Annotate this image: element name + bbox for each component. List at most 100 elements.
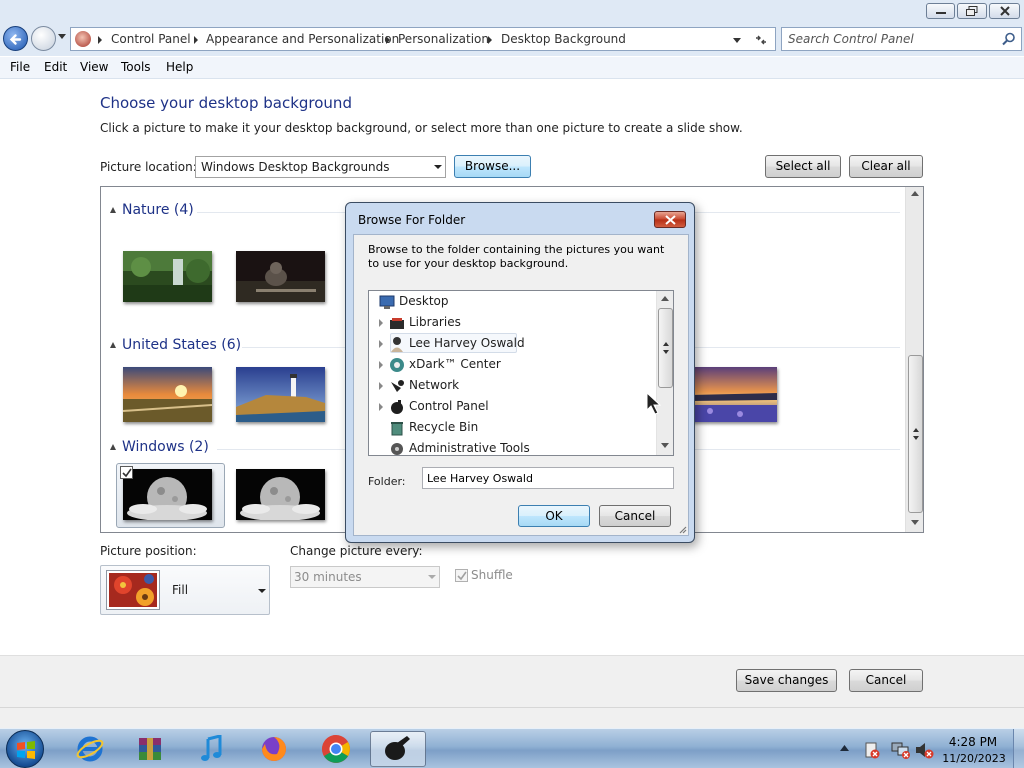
- tree-item-label: Network: [409, 378, 460, 392]
- breadcrumb-separator-icon[interactable]: [194, 36, 198, 44]
- restore-button[interactable]: [957, 3, 987, 19]
- window-title-bar[interactable]: [0, 0, 1024, 22]
- scrollbar-thumb[interactable]: [658, 308, 673, 388]
- wallpaper-thumbnail[interactable]: [236, 469, 325, 521]
- change-picture-interval-dropdown[interactable]: 30 minutes: [290, 566, 440, 588]
- menu-file[interactable]: File: [10, 60, 30, 74]
- menu-edit[interactable]: Edit: [44, 60, 67, 74]
- cat-in-grass-image: [236, 251, 325, 302]
- breadcrumb-separator-icon[interactable]: [488, 36, 492, 44]
- picture-position-dropdown[interactable]: Fill: [100, 565, 270, 615]
- save-changes-button[interactable]: Save changes: [736, 669, 837, 692]
- menu-tools[interactable]: Tools: [121, 60, 151, 74]
- taskbar: 4:28 PM 11/20/2023: [0, 728, 1024, 768]
- xdark-center-icon: [385, 736, 410, 760]
- folder-input[interactable]: [422, 467, 674, 489]
- menu-help[interactable]: Help: [166, 60, 193, 74]
- expand-icon[interactable]: [379, 361, 383, 369]
- wallpaper-selected-checkbox[interactable]: [120, 466, 133, 479]
- taskbar-app-itunes[interactable]: [184, 731, 240, 767]
- ok-button[interactable]: OK: [518, 505, 590, 527]
- wallpaper-thumbnail[interactable]: [236, 251, 325, 302]
- breadcrumb-control-panel[interactable]: Control Panel: [111, 32, 191, 46]
- wallpaper-thumbnail[interactable]: [122, 367, 213, 422]
- expand-icon[interactable]: [379, 319, 383, 327]
- tree-item-control-panel[interactable]: Control Panel: [369, 397, 649, 416]
- wallpaper-thumbnail[interactable]: [236, 367, 325, 422]
- taskbar-app-internet-explorer[interactable]: [62, 731, 118, 767]
- cancel-button[interactable]: Cancel: [849, 669, 923, 692]
- gallery-scrollbar[interactable]: [905, 187, 923, 532]
- wallpaper-thumbnail[interactable]: [690, 367, 777, 422]
- scroll-up-icon[interactable]: [911, 191, 919, 196]
- recent-pages-dropdown-icon[interactable]: [58, 34, 66, 39]
- action-center-icon[interactable]: [864, 741, 880, 759]
- volume-muted-icon[interactable]: [915, 741, 935, 759]
- expand-icon[interactable]: [379, 382, 383, 390]
- dialog-close-button[interactable]: [654, 211, 686, 228]
- clear-all-button[interactable]: Clear all: [849, 155, 923, 178]
- group-header-windows[interactable]: Windows (2): [122, 439, 209, 455]
- jungle-waterfall-image: [123, 251, 212, 302]
- show-desktop-button[interactable]: [1013, 729, 1024, 768]
- folder-tree[interactable]: Desktop Libraries Lee Harvey Oswald xDar…: [368, 290, 674, 456]
- scroll-down-icon[interactable]: [661, 443, 669, 448]
- tree-scrollbar[interactable]: [656, 291, 673, 455]
- tree-item-administrative-tools[interactable]: Administrative Tools: [369, 439, 649, 455]
- breadcrumb-separator-icon[interactable]: [98, 36, 102, 44]
- breadcrumb-appearance[interactable]: Appearance and Personalization: [206, 32, 399, 46]
- search-input[interactable]: [788, 31, 993, 47]
- menu-view[interactable]: View: [80, 60, 108, 74]
- breadcrumb-personalization[interactable]: Personalization: [398, 32, 489, 46]
- picture-location-dropdown[interactable]: Windows Desktop Backgrounds: [195, 156, 446, 178]
- network-status-icon[interactable]: [891, 741, 911, 759]
- refresh-icon[interactable]: [753, 32, 769, 48]
- address-history-dropdown-icon[interactable]: [733, 38, 741, 43]
- dialog-cancel-button[interactable]: Cancel: [599, 505, 671, 527]
- taskbar-app-xdark-center[interactable]: [370, 731, 426, 767]
- minimize-button[interactable]: [926, 3, 955, 19]
- group-header-nature[interactable]: Nature (4): [122, 202, 194, 218]
- scrollbar-thumb[interactable]: [908, 355, 923, 513]
- scroll-up-icon[interactable]: [661, 296, 669, 301]
- breadcrumb-separator-icon[interactable]: [386, 36, 390, 44]
- close-window-button[interactable]: [989, 3, 1020, 19]
- chevron-down-icon: [428, 575, 436, 579]
- close-icon: [999, 6, 1010, 16]
- grip-icon: [663, 342, 669, 354]
- breadcrumb-desktop-background[interactable]: Desktop Background: [501, 32, 626, 46]
- tree-item-desktop[interactable]: Desktop: [369, 292, 649, 311]
- start-button[interactable]: [6, 730, 44, 768]
- collapse-group-icon[interactable]: [110, 342, 116, 348]
- group-header-united-states[interactable]: United States (6): [122, 337, 241, 353]
- search-box[interactable]: [781, 27, 1022, 51]
- back-button[interactable]: [3, 26, 28, 51]
- browse-button[interactable]: Browse...: [454, 155, 531, 178]
- address-bar[interactable]: Control Panel Appearance and Personaliza…: [70, 27, 776, 51]
- expand-icon[interactable]: [379, 340, 383, 348]
- control-panel-icon: [75, 31, 91, 47]
- collapse-group-icon[interactable]: [110, 444, 116, 450]
- browse-for-folder-dialog[interactable]: Browse For Folder Browse to the folder c…: [345, 202, 695, 543]
- expand-icon[interactable]: [379, 403, 383, 411]
- clock-time[interactable]: 4:28 PM: [943, 735, 1003, 749]
- show-hidden-icons-icon[interactable]: [840, 745, 849, 751]
- select-all-button[interactable]: Select all: [765, 155, 841, 178]
- resize-grip-icon[interactable]: [678, 525, 687, 534]
- shuffle-checkbox[interactable]: [455, 569, 468, 582]
- taskbar-app-chrome[interactable]: [308, 731, 364, 767]
- tree-item-xdark-center[interactable]: xDark™ Center: [369, 355, 649, 374]
- forward-button[interactable]: [31, 26, 56, 51]
- wallpaper-thumbnail[interactable]: [123, 251, 212, 302]
- taskbar-app-winrar[interactable]: [122, 731, 178, 767]
- tree-item-recycle-bin[interactable]: Recycle Bin: [369, 418, 649, 437]
- scroll-down-icon[interactable]: [911, 520, 919, 525]
- tree-item-network[interactable]: Network: [369, 376, 649, 395]
- search-icon[interactable]: [1002, 32, 1016, 46]
- tree-item-user[interactable]: Lee Harvey Oswald: [369, 334, 649, 353]
- taskbar-app-firefox[interactable]: [246, 731, 302, 767]
- collapse-group-icon[interactable]: [110, 207, 116, 213]
- tree-item-libraries[interactable]: Libraries: [369, 313, 649, 332]
- clock-date[interactable]: 11/20/2023: [939, 752, 1009, 765]
- wallpaper-thumbnail[interactable]: [123, 469, 212, 521]
